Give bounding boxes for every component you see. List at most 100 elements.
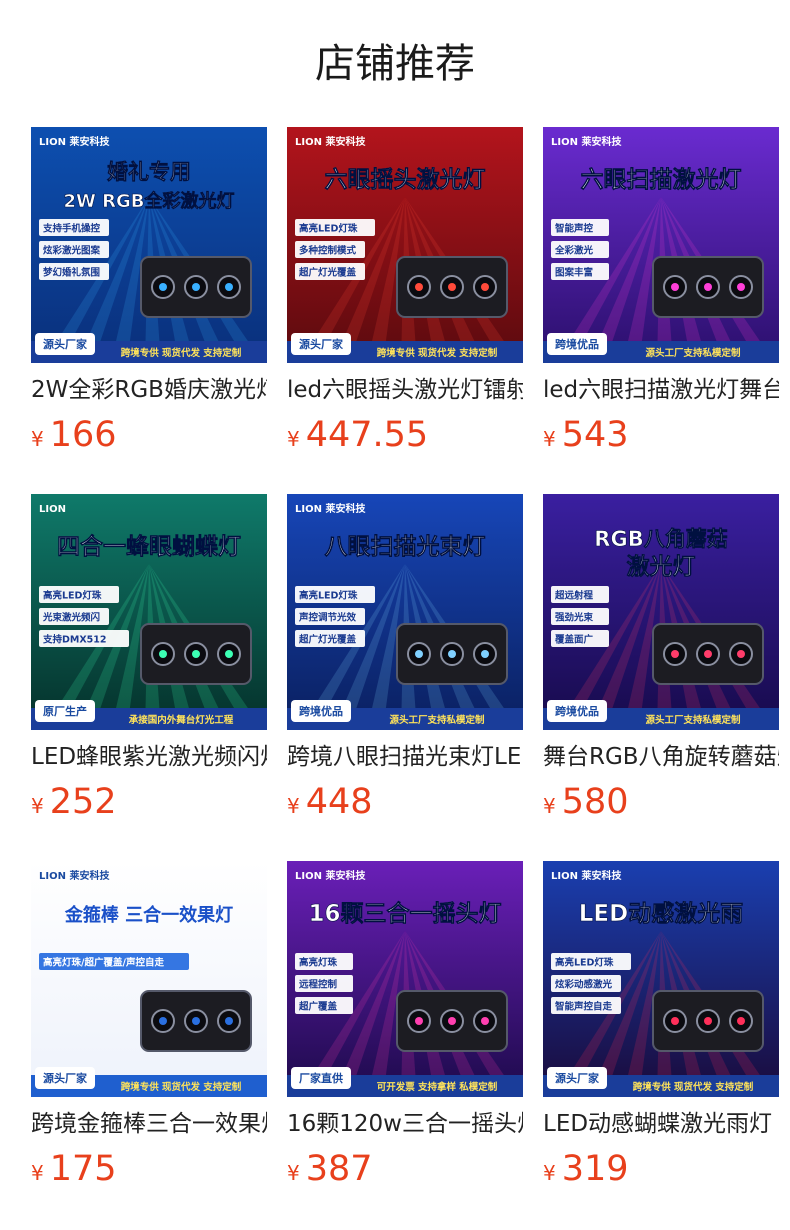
currency-symbol: ¥ <box>287 1161 300 1185</box>
poster-headline: 金箍棒 三合一效果灯 <box>64 904 233 926</box>
poster-headline: 六眼扫描激光灯 <box>581 166 742 193</box>
product-image[interactable]: RGB八角蘑菇 激光灯 超远射程 强劲光束 覆盖面广 跨境优品 源头工厂支持私模定制 <box>543 494 779 730</box>
product-name[interactable]: 跨境金箍棒三合一效果灯 <box>31 1107 267 1141</box>
product-price: ¥447.55 <box>287 413 523 457</box>
device-lens-core <box>671 1017 679 1025</box>
product-card[interactable]: LION 四合一蜂眼蝴蝶灯 高亮LED灯珠 光束激光频闪 支持DMX512 原厂生产 承接国… <box>31 494 267 824</box>
poster-footer-text: 可开发票 支持拿样 私模定制 <box>377 1081 498 1093</box>
product-price: ¥319 <box>543 1147 779 1191</box>
device-lens-core <box>481 1017 489 1025</box>
feature-tag-label: 智能声控 <box>555 223 594 235</box>
product-card[interactable]: LION 莱安科技 婚礼专用 2W RGB全彩激光灯 支持手机操控 炫彩激光图案 梦幻婚礼… <box>31 127 267 457</box>
product-price: ¥448 <box>287 780 523 824</box>
product-name[interactable]: LED动感蝴蝶激光雨灯 <box>543 1107 779 1141</box>
lighting-device <box>140 990 252 1052</box>
device-lens-core <box>671 650 679 658</box>
poster-headline: RGB八角蘑菇 <box>594 527 727 551</box>
feature-tag-label: 超广灯光覆盖 <box>298 634 357 646</box>
product-price: ¥175 <box>31 1147 267 1191</box>
brand-logo: LION 莱安科技 <box>39 869 110 882</box>
lighting-device <box>396 623 508 685</box>
device-lens-core <box>448 650 456 658</box>
price-value: 447.55 <box>305 415 429 455</box>
brand-logo: LION 莱安科技 <box>551 869 622 882</box>
poster-headline: LED动感激光雨 <box>579 900 743 927</box>
product-card[interactable]: LION 莱安科技 16颗三合一摇头灯 高亮灯珠 远程控制 超广覆盖 厂家直供 可开发票 支… <box>287 861 523 1191</box>
poster-footer-text: 跨境专供 现货代发 支持定制 <box>633 1081 754 1093</box>
feature-tag-label: 高亮LED灯珠 <box>299 223 358 235</box>
poster-headline: 四合一蜂眼蝴蝶灯 <box>57 533 241 560</box>
feature-tag-label: 多种控制模式 <box>299 245 357 257</box>
feature-tag-label: 远程控制 <box>299 979 338 991</box>
product-image[interactable]: LION 莱安科技 金箍棒 三合一效果灯 高亮灯珠/超广覆盖/声控自走 源头厂家 跨境专… <box>31 861 267 1097</box>
feature-tag-label: 高亮LED灯珠 <box>299 590 358 602</box>
feature-tag-label: 高亮灯珠 <box>299 957 338 969</box>
device-lens-core <box>415 1017 423 1025</box>
device-lens-core <box>415 650 423 658</box>
brand-logo: LION 莱安科技 <box>39 135 110 148</box>
poster-badge-label: 源头厂家 <box>299 337 344 351</box>
poster-headline: 2W RGB全彩激光灯 <box>64 190 235 212</box>
price-value: 580 <box>561 782 629 822</box>
product-card[interactable]: LION 莱安科技 六眼摇头激光灯 高亮LED灯珠 多种控制模式 超广灯光覆盖 源头厂家跨… <box>287 127 523 457</box>
poster-footer-text: 承接国内外舞台灯光工程 <box>129 714 234 726</box>
device-lens-core <box>192 1017 200 1025</box>
poster-background <box>31 861 267 1097</box>
device-lens-core <box>192 650 200 658</box>
price-value: 387 <box>305 1149 373 1189</box>
lighting-device <box>140 256 252 318</box>
product-card[interactable]: LION 莱安科技 六眼扫描激光灯 智能声控 全彩激光 图案丰富 跨境优品 源头工厂支持私模… <box>543 127 779 457</box>
product-card[interactable]: RGB八角蘑菇 激光灯 超远射程 强劲光束 覆盖面广 跨境优品 源头工厂支持私模定制 舞台R… <box>543 494 779 824</box>
product-card[interactable]: LION 莱安科技 金箍棒 三合一效果灯 高亮灯珠/超广覆盖/声控自走 源头厂家 跨境专… <box>31 861 267 1191</box>
poster-headline: 婚礼专用 <box>107 160 191 184</box>
feature-tag-label: 超远射程 <box>554 590 594 602</box>
feature-tag-label: 图案丰富 <box>555 267 593 279</box>
lighting-device <box>396 256 508 318</box>
poster-footer-text: 源头工厂支持私模定制 <box>645 714 741 726</box>
brand-logo: LION <box>39 504 66 515</box>
feature-tag-label: 超广灯光覆盖 <box>298 267 357 279</box>
device-lens-core <box>159 283 167 291</box>
poster-badge-label: 跨境优品 <box>299 704 343 718</box>
brand-logo: LION 莱安科技 <box>295 135 366 148</box>
product-card[interactable]: LION 莱安科技 八眼扫描光束灯 高亮LED灯珠 声控调节光效 超广灯光覆盖 跨境优品源… <box>287 494 523 824</box>
device-lens-core <box>225 1017 233 1025</box>
product-image[interactable]: LION 莱安科技 LED动感激光雨 高亮LED灯珠 炫彩动感激光 智能声控自走 源头厂家… <box>543 861 779 1097</box>
product-name[interactable]: 16颗120w三合一摇头灯 <box>287 1107 523 1141</box>
product-card[interactable]: LION 莱安科技 LED动感激光雨 高亮LED灯珠 炫彩动感激光 智能声控自走 源头厂家… <box>543 861 779 1191</box>
lighting-device <box>396 990 508 1052</box>
lighting-device <box>140 623 252 685</box>
product-name[interactable]: led六眼摇头激光灯镭射 <box>287 373 523 407</box>
device-lens-core <box>704 283 712 291</box>
poster-headline: 激光灯 <box>627 553 696 580</box>
feature-tag-label: 梦幻婚礼氛围 <box>43 267 100 279</box>
device-lens-core <box>481 650 489 658</box>
product-name[interactable]: 舞台RGB八角旋转蘑菇灯 <box>543 740 779 774</box>
feature-tag-label: 智能声控自走 <box>555 1001 613 1013</box>
device-lens-core <box>737 650 745 658</box>
currency-symbol: ¥ <box>287 427 300 451</box>
product-name[interactable]: led六眼扫描激光灯舞台 <box>543 373 779 407</box>
product-image[interactable]: LION 莱安科技 六眼扫描激光灯 智能声控 全彩激光 图案丰富 跨境优品 源头工厂支持私模… <box>543 127 779 363</box>
product-image[interactable]: LION 莱安科技 六眼摇头激光灯 高亮LED灯珠 多种控制模式 超广灯光覆盖 源头厂家跨… <box>287 127 523 363</box>
device-lens-core <box>159 1017 167 1025</box>
device-lens-core <box>737 1017 745 1025</box>
price-value: 319 <box>561 1149 629 1189</box>
product-price: ¥387 <box>287 1147 523 1191</box>
product-image[interactable]: LION 莱安科技 婚礼专用 2W RGB全彩激光灯 支持手机操控 炫彩激光图案 梦幻婚礼… <box>31 127 267 363</box>
poster-footer-text: 跨境专供 现货代发 支持定制 <box>121 347 242 359</box>
product-name[interactable]: 2W全彩RGB婚庆激光灯 <box>31 373 267 407</box>
device-lens-core <box>448 283 456 291</box>
price-value: 543 <box>561 415 629 455</box>
feature-tag-label: 高亮LED灯珠 <box>43 590 102 602</box>
product-image[interactable]: LION 莱安科技 16颗三合一摇头灯 高亮灯珠 远程控制 超广覆盖 厂家直供 可开发票 支… <box>287 861 523 1097</box>
feature-tag-label: 炫彩动感激光 <box>555 979 613 991</box>
product-image[interactable]: LION 莱安科技 八眼扫描光束灯 高亮LED灯珠 声控调节光效 超广灯光覆盖 跨境优品源… <box>287 494 523 730</box>
product-image[interactable]: LION 四合一蜂眼蝴蝶灯 高亮LED灯珠 光束激光频闪 支持DMX512 原厂生产 承接国… <box>31 494 267 730</box>
feature-tag-label: 高亮LED灯珠 <box>555 957 614 969</box>
product-name[interactable]: LED蜂眼紫光激光频闪灯 <box>31 740 267 774</box>
product-name[interactable]: 跨境八眼扫描光束灯LED <box>287 740 523 774</box>
device-lens-core <box>415 283 423 291</box>
poster-footer-text: 源头工厂支持私模定制 <box>645 347 741 359</box>
section-title: 店铺推荐 <box>315 41 475 87</box>
